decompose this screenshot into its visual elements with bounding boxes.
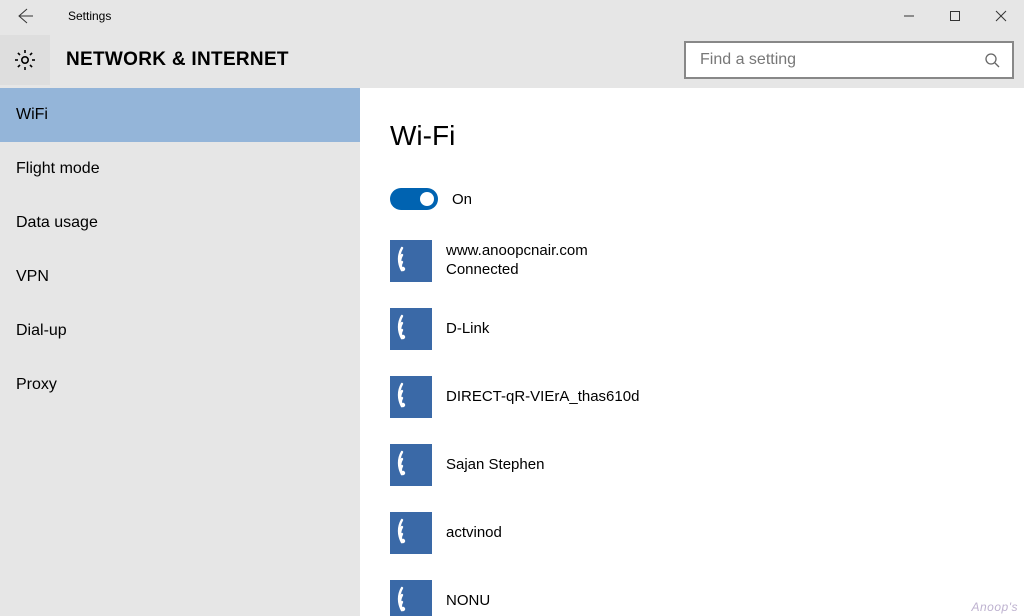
sidebar-item-flight-mode[interactable]: Flight mode bbox=[0, 142, 360, 196]
minimize-button[interactable] bbox=[886, 0, 932, 32]
toggle-knob bbox=[420, 192, 434, 206]
network-text: D-Link bbox=[446, 320, 489, 339]
wifi-signal-icon bbox=[390, 376, 432, 418]
sidebar-item-proxy[interactable]: Proxy bbox=[0, 358, 360, 412]
network-ssid: DIRECT-qR-VIErA_thas610d bbox=[446, 388, 639, 407]
sidebar-item-vpn[interactable]: VPN bbox=[0, 250, 360, 304]
sidebar-item-label: WiFi bbox=[16, 106, 48, 124]
network-text: DIRECT-qR-VIErA_thas610d bbox=[446, 388, 639, 407]
sidebar-item-data-usage[interactable]: Data usage bbox=[0, 196, 360, 250]
wifi-signal-icon bbox=[390, 580, 432, 616]
network-item[interactable]: NONU bbox=[390, 580, 1024, 616]
network-item[interactable]: Sajan Stephen bbox=[390, 444, 1024, 486]
network-item[interactable]: D-Link bbox=[390, 308, 1024, 350]
wifi-signal-icon bbox=[390, 308, 432, 350]
back-arrow-icon bbox=[15, 6, 35, 26]
close-button[interactable] bbox=[978, 0, 1024, 32]
search-box[interactable] bbox=[684, 41, 1014, 79]
header-row: NETWORK & INTERNET bbox=[0, 32, 1024, 88]
page-heading: Wi-Fi bbox=[390, 120, 1024, 152]
sidebar-item-label: Dial-up bbox=[16, 322, 67, 340]
wifi-toggle[interactable] bbox=[390, 188, 438, 210]
sidebar-item-label: Proxy bbox=[16, 376, 57, 394]
search-wrap bbox=[684, 41, 1014, 79]
sidebar-item-label: Flight mode bbox=[16, 160, 100, 178]
wifi-signal-icon bbox=[390, 512, 432, 554]
window-controls bbox=[886, 0, 1024, 32]
network-text: NONU bbox=[446, 592, 490, 611]
close-icon bbox=[995, 10, 1007, 22]
network-text: actvinod bbox=[446, 524, 502, 543]
sidebar: WiFi Flight mode Data usage VPN Dial-up … bbox=[0, 88, 360, 616]
network-item[interactable]: actvinod bbox=[390, 512, 1024, 554]
category-title: NETWORK & INTERNET bbox=[66, 49, 289, 71]
network-status: Connected bbox=[446, 261, 588, 280]
network-item[interactable]: DIRECT-qR-VIErA_thas610d bbox=[390, 376, 1024, 418]
watermark-text: Anoop's bbox=[972, 600, 1019, 614]
wifi-signal-icon bbox=[390, 240, 432, 282]
body: WiFi Flight mode Data usage VPN Dial-up … bbox=[0, 88, 1024, 616]
network-item[interactable]: www.anoopcnair.com Connected bbox=[390, 240, 1024, 282]
maximize-icon bbox=[949, 10, 961, 22]
sidebar-item-label: Data usage bbox=[16, 214, 98, 232]
minimize-icon bbox=[903, 10, 915, 22]
network-ssid: NONU bbox=[446, 592, 490, 611]
wifi-toggle-label: On bbox=[452, 191, 472, 208]
content-pane: Wi-Fi On www.anoopcnair.com Connected bbox=[360, 88, 1024, 616]
network-ssid: actvinod bbox=[446, 524, 502, 543]
settings-gear-button[interactable] bbox=[0, 35, 50, 85]
back-button[interactable] bbox=[0, 0, 50, 32]
network-ssid: www.anoopcnair.com bbox=[446, 242, 588, 261]
sidebar-item-label: VPN bbox=[16, 268, 49, 286]
network-text: www.anoopcnair.com Connected bbox=[446, 242, 588, 280]
search-input[interactable] bbox=[700, 51, 982, 69]
maximize-button[interactable] bbox=[932, 0, 978, 32]
search-icon bbox=[982, 52, 1002, 68]
wifi-toggle-row: On bbox=[390, 188, 1024, 210]
window-title: Settings bbox=[68, 9, 111, 23]
settings-window: Settings NET bbox=[0, 0, 1024, 616]
title-bar: Settings bbox=[0, 0, 1024, 32]
sidebar-item-wifi[interactable]: WiFi bbox=[0, 88, 360, 142]
network-list: www.anoopcnair.com Connected D-Link bbox=[390, 240, 1024, 616]
gear-icon bbox=[13, 48, 37, 72]
wifi-signal-icon bbox=[390, 444, 432, 486]
network-ssid: D-Link bbox=[446, 320, 489, 339]
sidebar-item-dial-up[interactable]: Dial-up bbox=[0, 304, 360, 358]
network-text: Sajan Stephen bbox=[446, 456, 544, 475]
network-ssid: Sajan Stephen bbox=[446, 456, 544, 475]
